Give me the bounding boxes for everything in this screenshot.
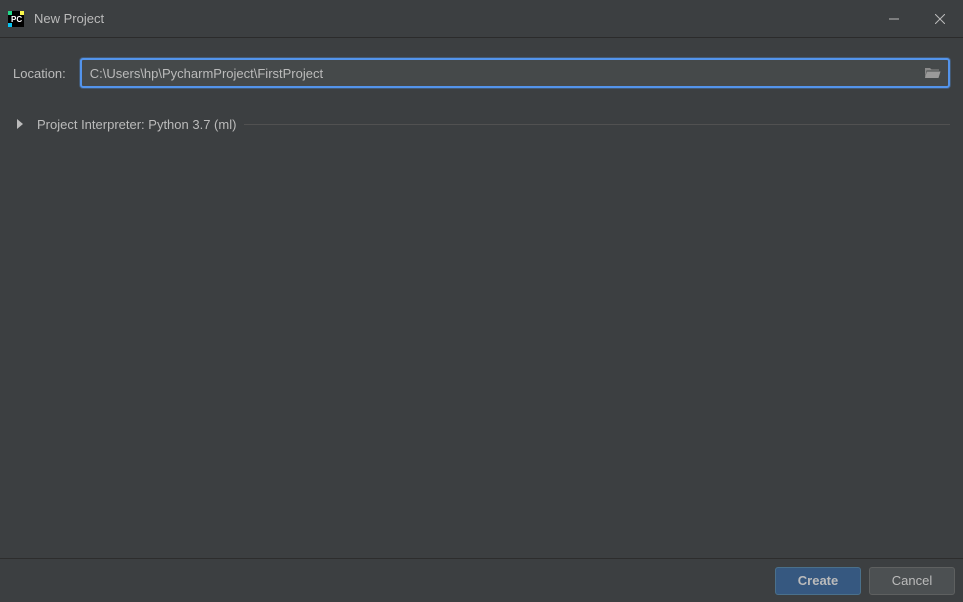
content-area: Location: Project Interpreter: Python 3.… [0, 38, 963, 558]
location-input-wrap [80, 58, 950, 88]
minimize-button[interactable] [871, 0, 917, 37]
titlebar: PC New Project [0, 0, 963, 38]
svg-text:PC: PC [11, 15, 22, 24]
create-button[interactable]: Create [775, 567, 861, 595]
cancel-button[interactable]: Cancel [869, 567, 955, 595]
pycharm-icon: PC [8, 11, 24, 27]
location-label: Location: [13, 66, 66, 81]
location-row: Location: [13, 58, 950, 88]
window-title: New Project [34, 11, 871, 26]
browse-folder-icon[interactable] [918, 67, 948, 79]
window-controls [871, 0, 963, 37]
divider-line [244, 124, 950, 125]
footer: Create Cancel [0, 558, 963, 602]
chevron-right-icon[interactable] [13, 119, 27, 129]
interpreter-label: Project Interpreter: Python 3.7 (ml) [37, 117, 236, 132]
close-button[interactable] [917, 0, 963, 37]
interpreter-row[interactable]: Project Interpreter: Python 3.7 (ml) [13, 110, 950, 138]
location-input[interactable] [82, 66, 918, 81]
